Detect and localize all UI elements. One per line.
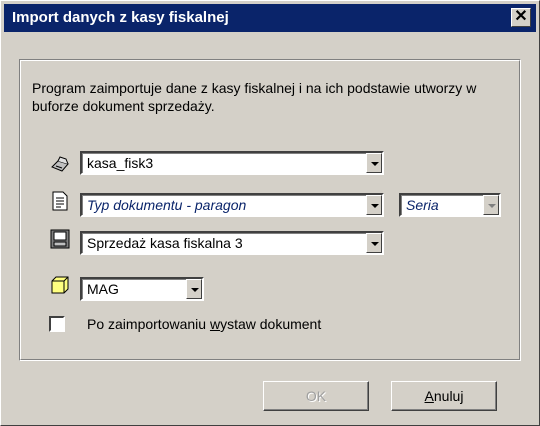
register-value: Sprzedaż kasa fiskalna 3 (87, 235, 243, 251)
title-bar: Import danych z kasy fiskalnej ✕ (4, 4, 536, 32)
chevron-down-icon[interactable] (366, 195, 382, 215)
close-button[interactable]: ✕ (511, 8, 531, 27)
document-icon (52, 191, 68, 211)
cash-register-icon (51, 156, 69, 172)
register-book-icon (50, 229, 70, 249)
issue-document-checkbox[interactable] (49, 316, 65, 332)
chevron-down-icon[interactable] (186, 279, 202, 299)
cancel-button[interactable]: Anuluj (391, 381, 497, 411)
chevron-down-icon[interactable] (366, 153, 382, 173)
series-value: Seria (406, 197, 439, 213)
register-select[interactable]: Sprzedaż kasa fiskalna 3 (80, 231, 384, 255)
device-value: kasa_fisk3 (87, 155, 154, 171)
warehouse-box-icon (51, 276, 69, 294)
warehouse-select[interactable]: MAG (80, 277, 204, 301)
device-select[interactable]: kasa_fisk3 (80, 151, 384, 175)
ok-button[interactable]: OK (263, 381, 369, 411)
close-icon: ✕ (514, 8, 528, 25)
chevron-down-icon[interactable] (366, 233, 382, 253)
document-type-select[interactable]: Typ dokumentu - paragon (80, 193, 384, 217)
dialog-title: Import danych z kasy fiskalnej (12, 9, 229, 26)
chevron-down-icon[interactable] (483, 195, 499, 215)
issue-document-label[interactable]: Po zaimportowaniu wystaw dokument (87, 316, 321, 332)
warehouse-value: MAG (87, 281, 119, 297)
document-type-value: Typ dokumentu - paragon (87, 197, 247, 213)
description-text: Program zaimportuje dane z kasy fiskalne… (32, 80, 477, 114)
series-select[interactable]: Seria (399, 193, 501, 217)
